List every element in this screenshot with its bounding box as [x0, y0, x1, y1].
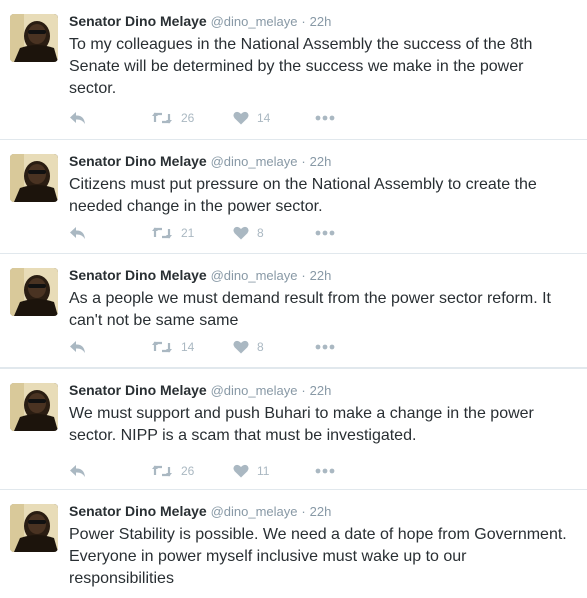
- like-count: 14: [257, 111, 271, 125]
- like-button[interactable]: 14: [233, 111, 315, 125]
- tweet-actions: 26 11: [69, 461, 345, 481]
- tweet-text: Citizens must put pressure on the Nation…: [69, 176, 537, 215]
- ellipsis-icon: [315, 115, 335, 121]
- tweet[interactable]: Senator Dino Melaye @dino_melaye · 22h W…: [0, 368, 587, 490]
- author-name[interactable]: Senator Dino Melaye: [69, 382, 207, 398]
- retweet-count: 21: [181, 226, 195, 240]
- like-count: 11: [257, 464, 270, 478]
- tweet-actions: 21 8: [69, 223, 345, 243]
- avatar-image: [10, 14, 58, 62]
- tweet-text: We must support and push Buhari to make …: [69, 405, 534, 444]
- retweet-button[interactable]: 26: [151, 464, 233, 478]
- separator-dot: ·: [301, 268, 306, 283]
- tweet[interactable]: Senator Dino Melaye @dino_melaye · 22h P…: [0, 490, 587, 598]
- like-count: 8: [257, 340, 264, 354]
- avatar[interactable]: [10, 504, 58, 552]
- reply-arrow-icon: [70, 227, 85, 239]
- ellipsis-icon: [315, 344, 335, 350]
- like-button[interactable]: 8: [233, 226, 315, 240]
- reply-arrow-icon: [70, 465, 85, 477]
- author-handle[interactable]: @dino_melaye: [211, 268, 298, 283]
- reply-arrow-icon: [70, 112, 85, 124]
- tweet-content: Senator Dino Melaye @dino_melaye · 22h P…: [69, 502, 575, 590]
- tweet-content: Senator Dino Melaye @dino_melaye · 22h W…: [69, 381, 575, 447]
- ellipsis-icon: [315, 468, 335, 474]
- avatar-image: [10, 504, 58, 552]
- retweet-icon: [152, 227, 172, 239]
- timestamp[interactable]: 22h: [310, 14, 332, 29]
- more-button[interactable]: [315, 115, 345, 121]
- author-handle[interactable]: @dino_melaye: [211, 14, 298, 29]
- retweet-count: 26: [181, 464, 195, 478]
- timestamp[interactable]: 22h: [310, 383, 332, 398]
- more-button[interactable]: [315, 230, 345, 236]
- reply-button[interactable]: [69, 226, 151, 240]
- tweet-text: To my colleagues in the National Assembl…: [69, 36, 533, 97]
- tweet-actions: 26 14: [69, 108, 345, 128]
- retweet-icon: [152, 341, 172, 353]
- ellipsis-icon: [315, 230, 335, 236]
- tweet-text: Power Stability is possible. We need a d…: [69, 526, 567, 587]
- separator-dot: ·: [301, 14, 306, 29]
- reply-arrow-icon: [70, 341, 85, 353]
- timestamp[interactable]: 22h: [310, 154, 332, 169]
- reply-button[interactable]: [69, 340, 151, 354]
- tweet-header: Senator Dino Melaye @dino_melaye · 22h: [69, 502, 575, 521]
- like-button[interactable]: 8: [233, 340, 315, 354]
- reply-button[interactable]: [69, 111, 151, 125]
- retweet-button[interactable]: 21: [151, 226, 233, 240]
- retweet-count: 26: [181, 111, 195, 125]
- tweet-header: Senator Dino Melaye @dino_melaye · 22h: [69, 381, 575, 400]
- heart-icon: [233, 111, 249, 125]
- tweet[interactable]: Senator Dino Melaye @dino_melaye · 22h C…: [0, 140, 587, 254]
- tweet-content: Senator Dino Melaye @dino_melaye · 22h T…: [69, 12, 575, 100]
- retweet-button[interactable]: 26: [151, 111, 233, 125]
- author-handle[interactable]: @dino_melaye: [211, 154, 298, 169]
- avatar-image: [10, 154, 58, 202]
- author-name[interactable]: Senator Dino Melaye: [69, 153, 207, 169]
- tweet-header: Senator Dino Melaye @dino_melaye · 22h: [69, 152, 575, 171]
- retweet-icon: [152, 112, 172, 124]
- reply-button[interactable]: [69, 464, 151, 478]
- heart-icon: [233, 340, 249, 354]
- retweet-icon: [152, 465, 172, 477]
- separator-dot: ·: [301, 154, 306, 169]
- tweet[interactable]: Senator Dino Melaye @dino_melaye · 22h T…: [0, 0, 587, 140]
- tweet-timeline: Senator Dino Melaye @dino_melaye · 22h T…: [0, 0, 587, 598]
- more-button[interactable]: [315, 468, 345, 474]
- author-name[interactable]: Senator Dino Melaye: [69, 503, 207, 519]
- timestamp[interactable]: 22h: [310, 504, 332, 519]
- author-name[interactable]: Senator Dino Melaye: [69, 267, 207, 283]
- like-count: 8: [257, 226, 264, 240]
- tweet-actions: 14 8: [69, 337, 345, 357]
- avatar[interactable]: [10, 14, 58, 62]
- timestamp[interactable]: 22h: [310, 268, 332, 283]
- heart-icon: [233, 226, 249, 240]
- avatar-image: [10, 383, 58, 431]
- avatar-image: [10, 268, 58, 316]
- retweet-button[interactable]: 14: [151, 340, 233, 354]
- tweet-content: Senator Dino Melaye @dino_melaye · 22h A…: [69, 266, 575, 332]
- tweet-header: Senator Dino Melaye @dino_melaye · 22h: [69, 12, 575, 31]
- author-name[interactable]: Senator Dino Melaye: [69, 13, 207, 29]
- avatar[interactable]: [10, 154, 58, 202]
- tweet-content: Senator Dino Melaye @dino_melaye · 22h C…: [69, 152, 575, 218]
- tweet-text: As a people we must demand result from t…: [69, 290, 551, 329]
- avatar[interactable]: [10, 383, 58, 431]
- retweet-count: 14: [181, 340, 195, 354]
- avatar[interactable]: [10, 268, 58, 316]
- more-button[interactable]: [315, 344, 345, 350]
- author-handle[interactable]: @dino_melaye: [211, 504, 298, 519]
- like-button[interactable]: 11: [233, 464, 315, 478]
- separator-dot: ·: [301, 383, 306, 398]
- heart-icon: [233, 464, 249, 478]
- author-handle[interactable]: @dino_melaye: [211, 383, 298, 398]
- tweet[interactable]: Senator Dino Melaye @dino_melaye · 22h A…: [0, 254, 587, 368]
- separator-dot: ·: [301, 504, 306, 519]
- tweet-header: Senator Dino Melaye @dino_melaye · 22h: [69, 266, 575, 285]
